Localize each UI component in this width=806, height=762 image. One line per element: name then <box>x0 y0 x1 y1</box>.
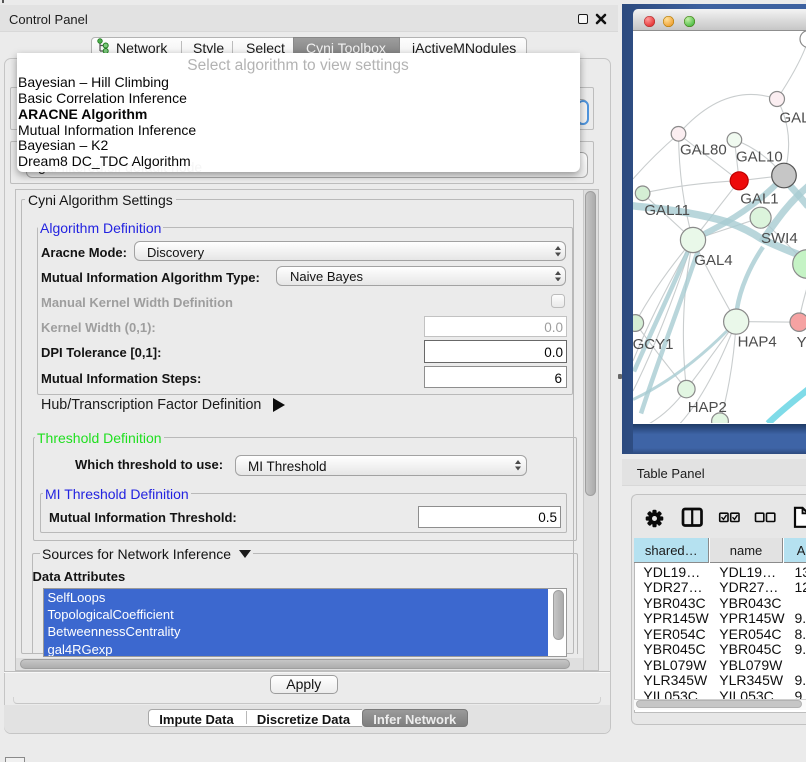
svg-text:Y: Y <box>797 334 806 351</box>
svg-text:SWI4: SWI4 <box>761 230 798 247</box>
svg-text:GAL11: GAL11 <box>645 202 691 219</box>
svg-text:HAP2: HAP2 <box>688 399 727 416</box>
svg-text:GCY1: GCY1 <box>633 336 673 353</box>
svg-text:GAL2: GAL2 <box>780 109 806 126</box>
svg-text:GAL4: GAL4 <box>695 252 733 269</box>
svg-text:GAL80: GAL80 <box>680 142 727 159</box>
svg-text:HAP4: HAP4 <box>738 334 777 351</box>
svg-text:GAL1: GAL1 <box>741 191 779 208</box>
svg-text:GAL10: GAL10 <box>736 149 783 166</box>
